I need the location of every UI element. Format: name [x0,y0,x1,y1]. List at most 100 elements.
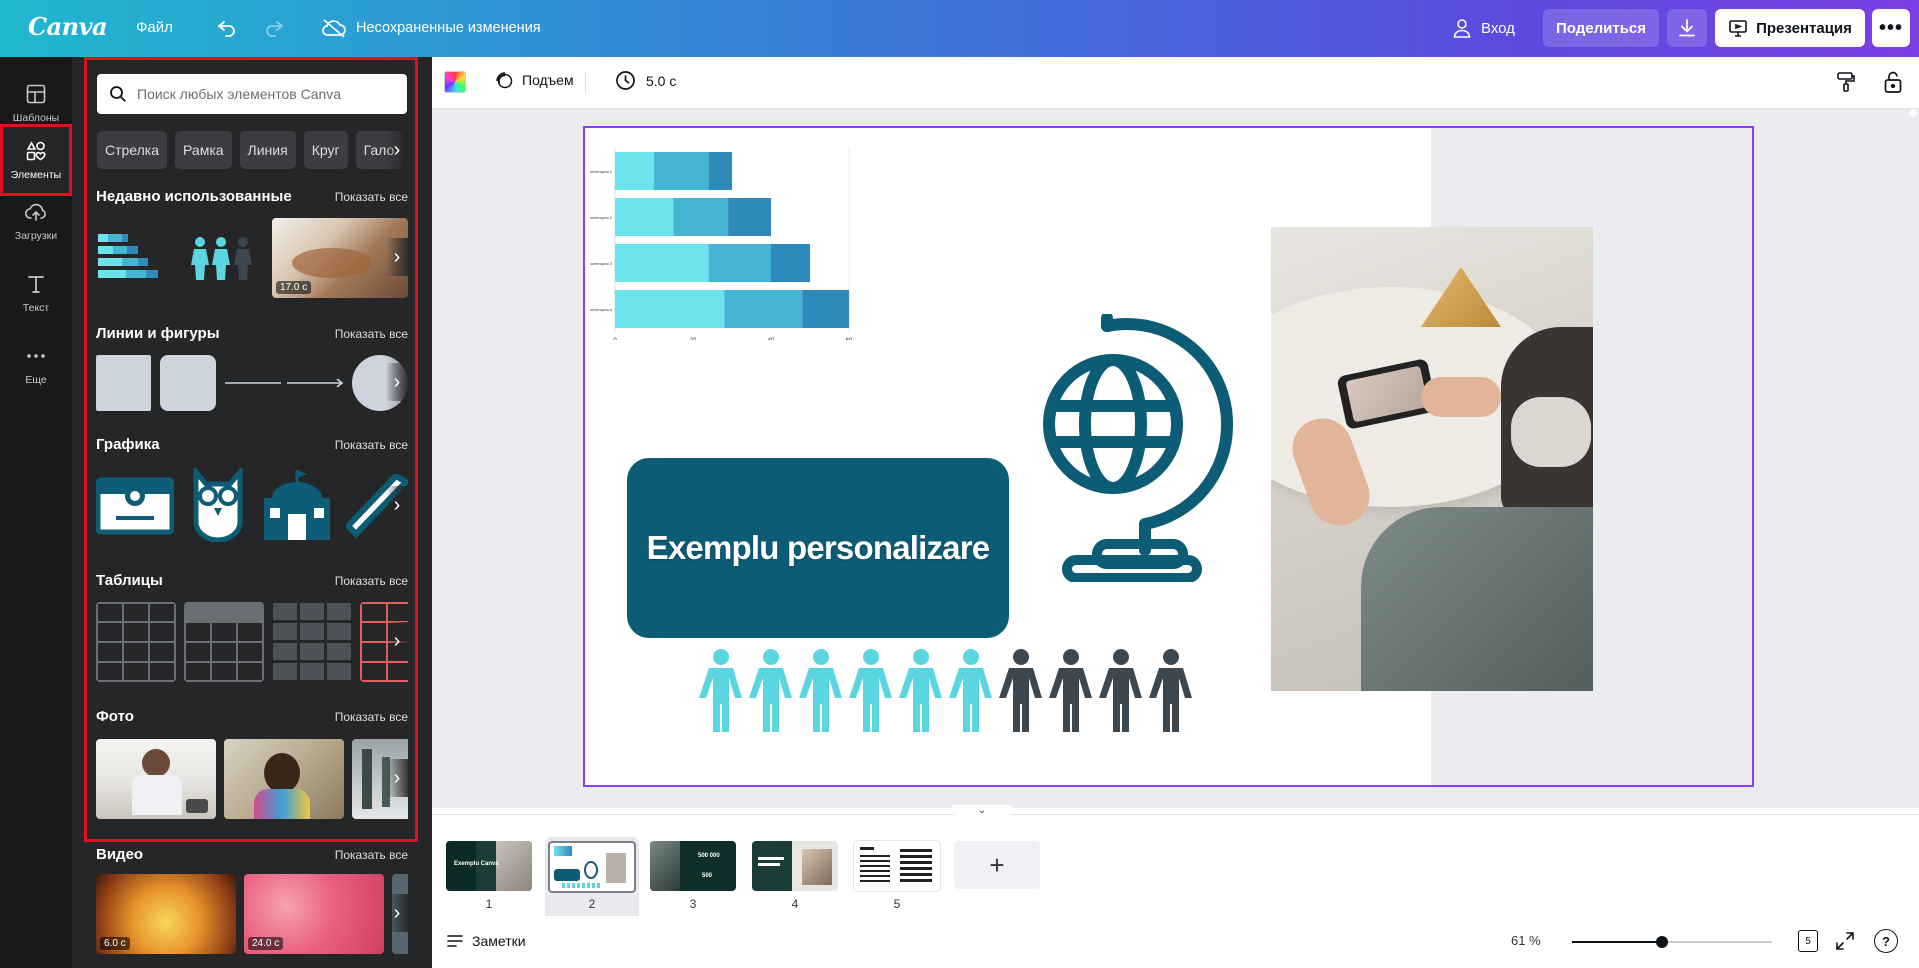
canva-logo[interactable]: Canva [28,12,108,41]
chart-category-label: категория 3 [590,261,612,266]
school-building-graphic[interactable] [262,468,332,542]
add-page-button[interactable]: + [954,841,1040,889]
chart-bar[interactable] [673,198,729,236]
paint-format-icon[interactable] [1835,71,1857,93]
people-row[interactable] [697,648,1195,739]
table-filled-thumb[interactable] [272,602,352,682]
graphics-next-icon[interactable]: › [386,486,408,524]
arrow-line-shape[interactable] [286,377,346,389]
show-all-link[interactable]: Показать все [335,710,408,724]
chart-bar[interactable] [615,198,674,236]
rail-item-uploads[interactable]: Загрузки [0,185,72,257]
video-fire-thumb[interactable]: 6.0 с [96,874,236,954]
chart-bar[interactable] [708,244,771,282]
page-thumb-2[interactable] [548,841,636,893]
timing-button[interactable]: 5.0 с [615,70,676,91]
square-shape[interactable] [96,355,151,411]
chip-frame[interactable]: Рамка [175,131,232,169]
show-all-link[interactable]: Показать все [335,848,408,862]
chart-tick-label: 60 [846,338,853,340]
more-dots-icon [27,354,45,358]
search-input[interactable]: Поиск любых элементов Canva [97,74,407,114]
file-menu[interactable]: Файл [136,19,173,36]
lines-next-icon[interactable]: › [386,363,408,401]
animate-button[interactable]: Подъем [494,70,574,90]
section-title: Графика [96,436,160,453]
page-thumb-5[interactable] [854,841,940,891]
show-all-link[interactable]: Показать все [335,438,408,452]
rail-item-label: Еще [25,374,47,386]
login-button[interactable]: Вход [1452,15,1515,41]
chart-category-label: категория 4 [590,307,612,312]
lock-icon[interactable] [1883,70,1903,94]
certificate-graphic[interactable] [96,472,174,538]
rail-item-label: Элементы [10,169,62,181]
save-status[interactable]: Несохраненные изменения [321,15,541,41]
background-color-picker[interactable] [444,71,466,93]
pages-collapse-toggle[interactable]: ⌄ [952,805,1012,817]
recent-next-icon[interactable]: › [386,238,408,276]
redo-icon[interactable] [262,15,288,41]
show-all-link[interactable]: Показать все [335,190,408,204]
stacked-bar-chart[interactable]: категория 1 категория 2 категория 3 категор… [587,140,857,340]
chart-bar[interactable] [615,152,654,190]
page-count-button[interactable]: 5 [1798,930,1818,952]
chart-bar[interactable] [724,290,803,328]
section-photos-header: Фото Показать все [96,708,408,725]
top-bar: Canva Файл Несохраненные изменения Вход … [0,0,1919,57]
download-button[interactable] [1667,9,1707,47]
page-thumb-4[interactable] [752,841,838,891]
more-menu-button[interactable]: ••• [1872,9,1910,47]
chart-bar[interactable] [771,244,810,282]
video-pink-thumb[interactable]: 24.0 с [244,874,384,954]
chip-line[interactable]: Линия [239,131,296,169]
zoom-slider-knob[interactable] [1656,936,1668,948]
title-box[interactable]: Exemplu personalizare [627,458,1009,638]
zoom-slider[interactable] [1572,936,1772,948]
chips-next-icon[interactable]: › [386,131,408,169]
help-button[interactable]: ? [1874,929,1898,953]
chip-arrow[interactable]: Стрелка [97,131,168,169]
share-button[interactable]: Поделиться [1543,9,1659,47]
show-all-link[interactable]: Показать все [335,574,408,588]
line-shape[interactable] [224,381,282,385]
photo-woman-laptop[interactable] [96,739,216,819]
section-tables-header: Таблицы Показать все [96,572,408,589]
owl-graphic[interactable] [190,468,246,542]
chart-bar[interactable] [654,152,709,190]
video-call-photo[interactable] [1271,227,1593,691]
zoom-value[interactable]: 61 % [1511,933,1541,948]
present-button[interactable]: Презентация [1715,9,1865,47]
graphics-row: › [96,464,408,546]
fullscreen-icon[interactable] [1834,930,1856,952]
recent-chart-thumb[interactable] [96,224,176,290]
page-thumb-1[interactable]: Exemplu Canva [446,841,532,891]
rounded-square-shape[interactable] [160,355,216,411]
rail-item-text[interactable]: Текст [0,257,72,329]
rail-item-more[interactable]: Еще [0,329,72,401]
title-box-text[interactable]: Exemplu personalizare [647,529,990,567]
tables-next-icon[interactable]: › [386,622,408,660]
table-grid-thumb[interactable] [96,602,176,682]
chart-bar[interactable] [802,290,849,328]
recent-people-thumb[interactable] [188,236,258,280]
vertical-scroll-up[interactable] [1909,109,1917,117]
globe-graphic[interactable] [1037,314,1237,582]
page-thumb-3[interactable]: 500 000 500 [650,841,736,891]
chart-bar[interactable] [728,198,771,236]
chart-bar[interactable] [615,290,725,328]
zoom-slider-fill [1572,941,1662,943]
undo-icon[interactable] [215,15,241,41]
notes-button[interactable]: Заметки [446,932,526,950]
table-header-thumb[interactable] [184,602,264,682]
photos-next-icon[interactable]: › [386,759,408,797]
video-next-icon[interactable]: › [386,894,408,932]
chip-circle[interactable]: Круг [303,131,348,169]
person-figure-icon [1147,648,1195,739]
photo-woman-smiling[interactable] [224,739,344,819]
section-title: Таблицы [96,572,163,589]
show-all-link[interactable]: Показать все [335,327,408,341]
chart-bar[interactable] [615,244,709,282]
design-page[interactable]: категория 1 категория 2 категория 3 категор… [583,126,1754,787]
chart-bar[interactable] [708,152,732,190]
